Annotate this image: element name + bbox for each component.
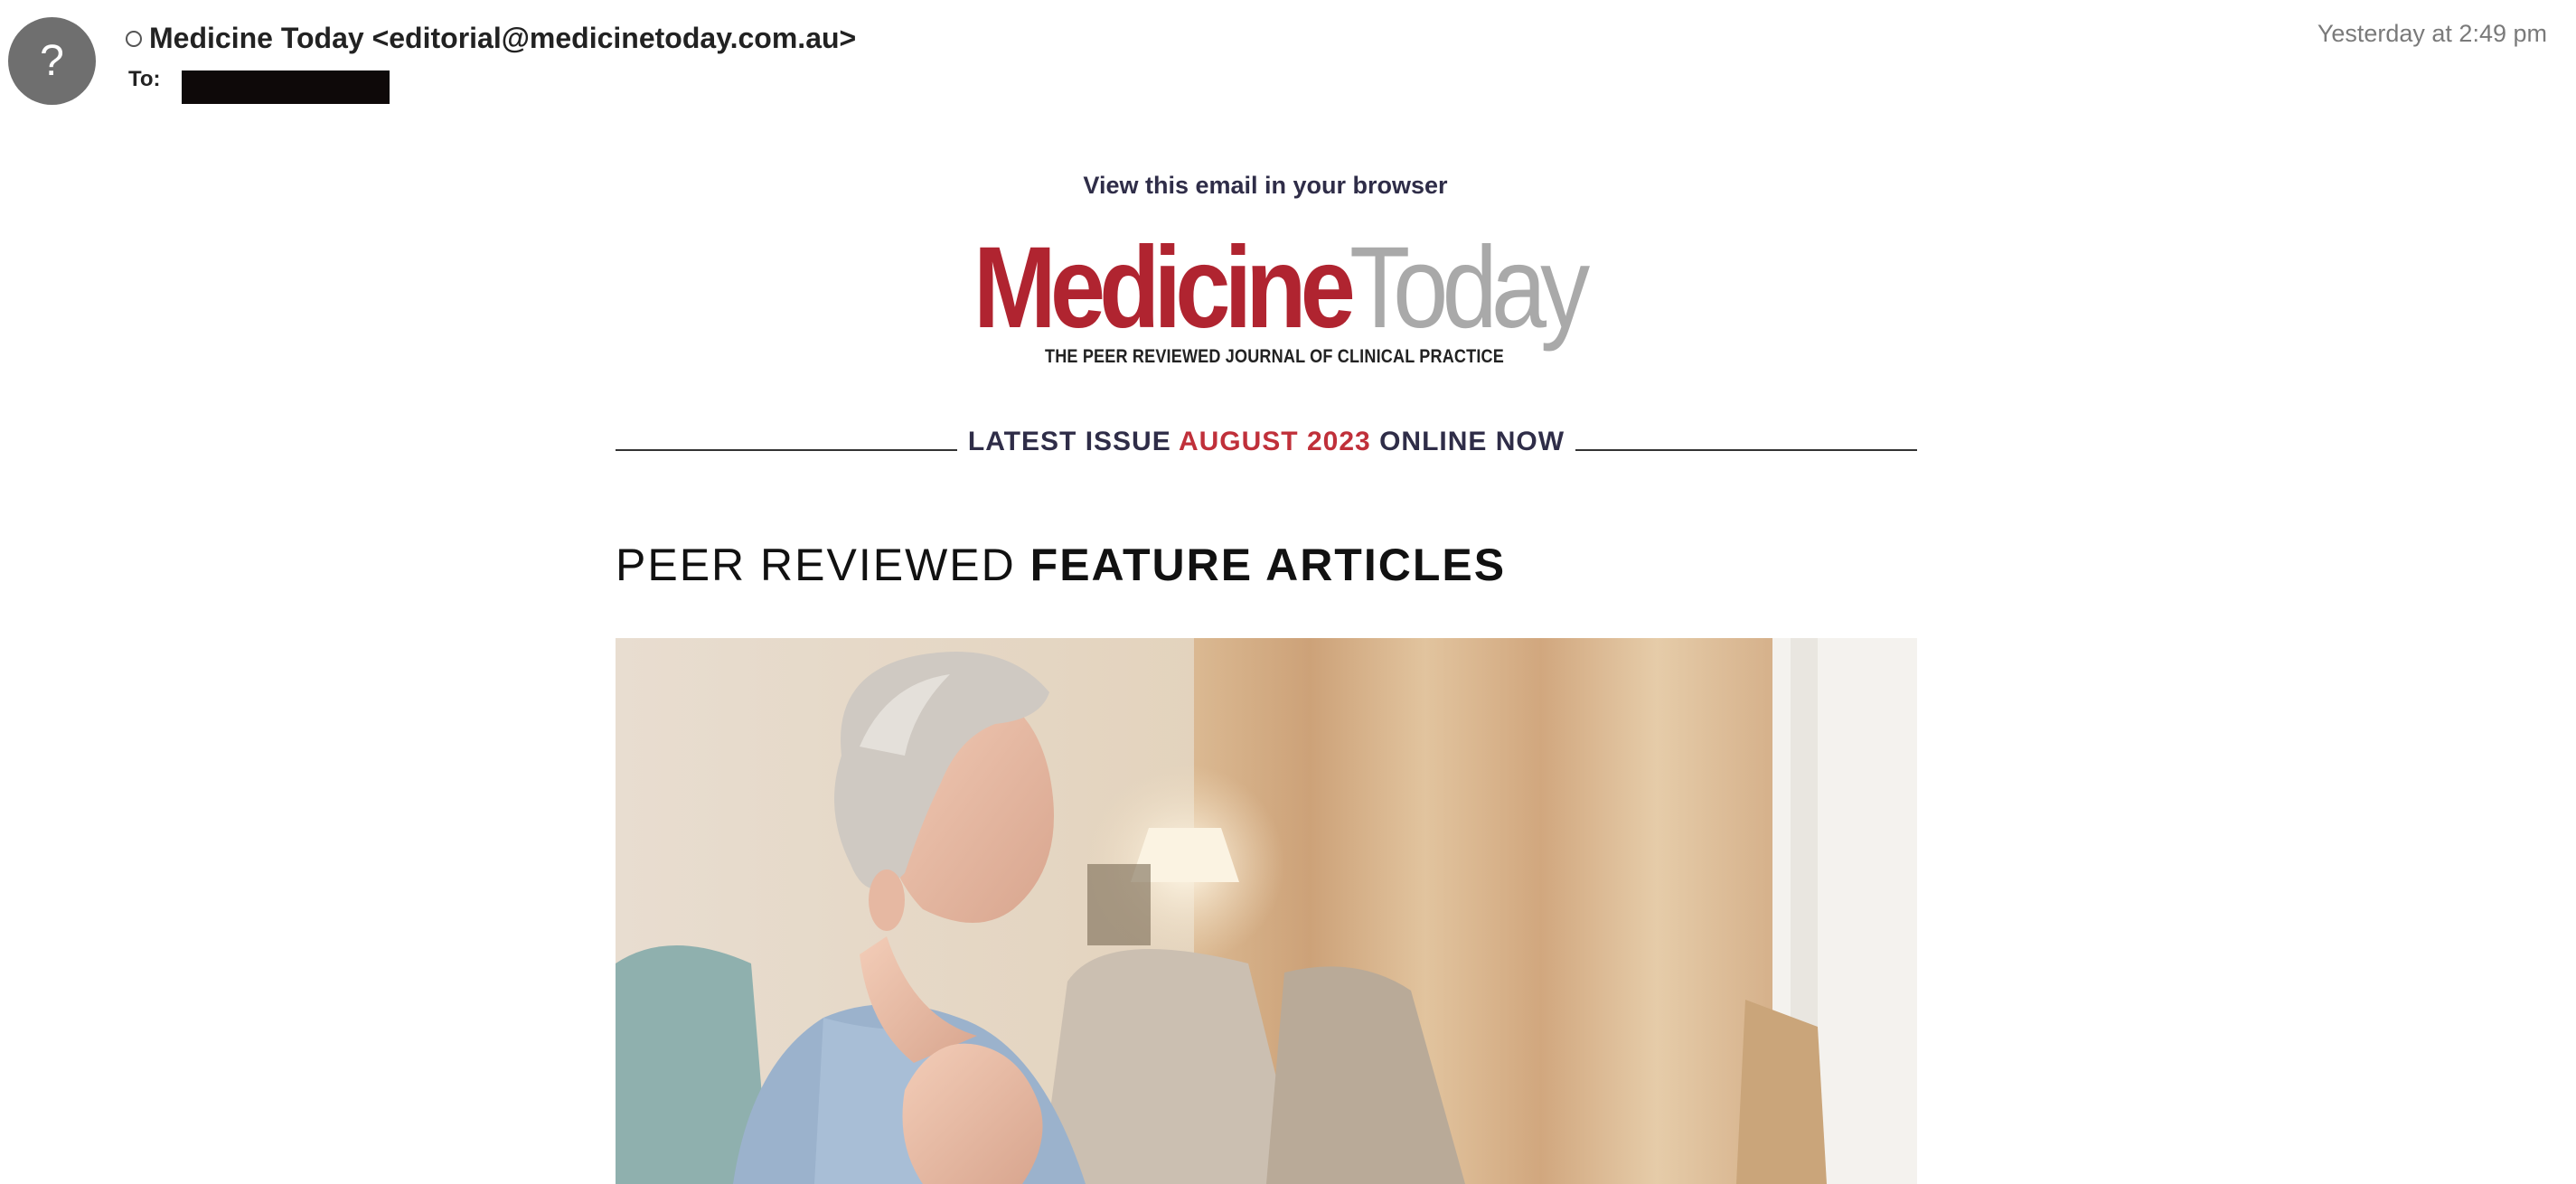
sender-avatar[interactable]: ? — [8, 17, 96, 105]
recipient-row: To: — [128, 67, 161, 92]
divider-right — [1575, 449, 1917, 451]
latest-issue-banner[interactable]: LATEST ISSUE AUGUST 2023 ONLINE NOW — [957, 427, 1575, 457]
to-label: To: — [128, 67, 161, 91]
redacted-recipient — [182, 70, 390, 104]
hero-image[interactable] — [616, 638, 1917, 1184]
issue-date: AUGUST 2023 — [1178, 427, 1371, 456]
email-timestamp: Yesterday at 2:49 pm — [2317, 20, 2547, 47]
divider-left — [616, 449, 957, 451]
logo-wordmark: MedicineToday — [973, 230, 1590, 346]
sender-row: Medicine Today <editorial@medicinetoday.… — [126, 22, 856, 55]
section-heading: PEER REVIEWED FEATURE ARTICLES — [616, 539, 1506, 591]
section-heading-bold: FEATURE ARTICLES — [1029, 540, 1507, 590]
avatar-question-icon: ? — [40, 37, 64, 85]
issue-prefix: LATEST ISSUE — [967, 427, 1171, 456]
issue-suffix: ONLINE NOW — [1379, 427, 1565, 456]
woman-holding-chest-photo — [616, 638, 1917, 1184]
unread-indicator-icon[interactable] — [126, 30, 142, 47]
section-heading-light: PEER REVIEWED — [616, 540, 1016, 590]
logo-tagline: THE PEER REVIEWED JOURNAL OF CLINICAL PR… — [1045, 346, 1504, 367]
view-in-browser-link[interactable]: View this email in your browser — [0, 172, 2531, 200]
sender-name[interactable]: Medicine Today <editorial@medicinetoday.… — [149, 22, 856, 55]
logo-medicine-text: Medicine — [973, 223, 1356, 352]
logo-today-text: Today — [1349, 223, 1590, 352]
medicine-today-logo[interactable]: MedicineToday THE PEER REVIEWED JOURNAL … — [973, 230, 1590, 371]
